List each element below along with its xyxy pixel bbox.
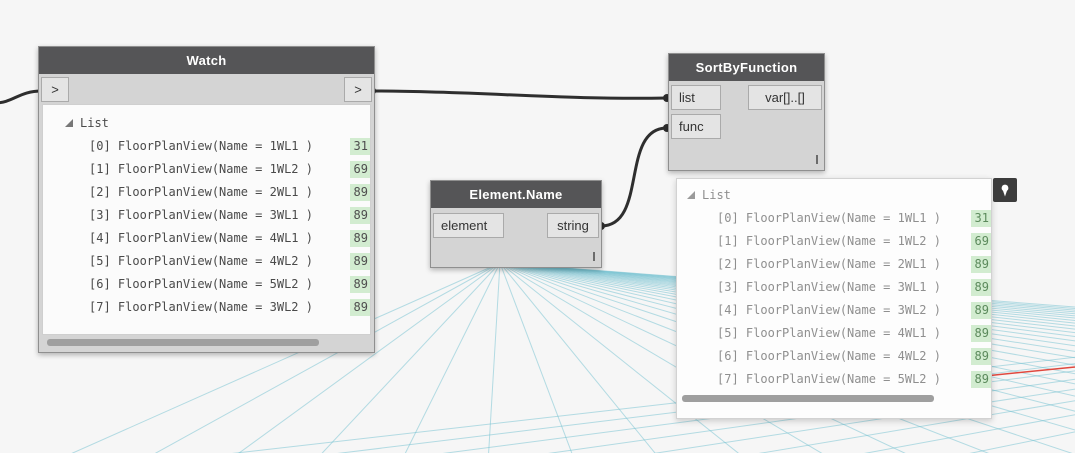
scrollbar-thumb[interactable] [682, 395, 934, 402]
dynamo-workspace[interactable]: Watch > > List [0] FloorPlanView(Name = … [0, 0, 1075, 453]
preview-list-row: [5] FloorPlanView(Name = 4WL1 ) 89 [677, 322, 991, 345]
row-label: [0] FloorPlanView(Name = 1WL1 ) [717, 211, 941, 225]
wire-watch-to-sort-list[interactable] [370, 89, 669, 100]
watch-list-row: [6] FloorPlanView(Name = 5WL2 ) 89 [43, 273, 370, 296]
row-label: [3] FloorPlanView(Name = 3WL1 ) [89, 208, 313, 222]
watch-list-row: [0] FloorPlanView(Name = 1WL1 ) 31 [43, 135, 370, 158]
sortbyfunction-body: list func var[]..[] [669, 81, 824, 169]
row-badge: 89 [970, 325, 991, 342]
watch-list-row: [4] FloorPlanView(Name = 4WL1 ) 89 [43, 227, 370, 250]
scrollbar-thumb[interactable] [47, 339, 319, 346]
row-badge: 89 [349, 299, 370, 316]
preview-pin-button[interactable] [993, 178, 1017, 202]
element-name-node[interactable]: Element.Name element string [430, 180, 602, 268]
element-name-node-header[interactable]: Element.Name [431, 181, 601, 208]
watch-list-row: [7] FloorPlanView(Name = 3WL2 ) 89 [43, 296, 370, 319]
watch-content: List [0] FloorPlanView(Name = 1WL1 ) 31 [… [42, 104, 371, 335]
row-badge: 69 [349, 161, 370, 178]
preview-list-row: [1] FloorPlanView(Name = 1WL2 ) 69 [677, 230, 991, 253]
row-badge: 89 [970, 256, 991, 273]
row-label: [5] FloorPlanView(Name = 4WL2 ) [89, 254, 313, 268]
expander-icon[interactable] [687, 191, 695, 199]
sortbyfunction-node[interactable]: SortByFunction list func var[]..[] [668, 53, 825, 171]
row-label: [7] FloorPlanView(Name = 3WL2 ) [89, 300, 313, 314]
row-badge: 89 [970, 348, 991, 365]
row-label: [1] FloorPlanView(Name = 1WL2 ) [717, 234, 941, 248]
row-label: [7] FloorPlanView(Name = 5WL2 ) [717, 372, 941, 386]
row-badge: 89 [349, 230, 370, 247]
port-var-output[interactable]: var[]..[] [748, 85, 822, 110]
watch-input-port[interactable]: > [41, 77, 69, 102]
port-func[interactable]: func [671, 114, 721, 139]
row-badge: 89 [349, 253, 370, 270]
preview-horizontal-scrollbar[interactable] [677, 391, 991, 407]
row-badge: 89 [970, 371, 991, 388]
row-label: [3] FloorPlanView(Name = 3WL1 ) [717, 280, 941, 294]
watch-horizontal-scrollbar[interactable] [39, 335, 374, 351]
row-label: [6] FloorPlanView(Name = 5WL2 ) [89, 277, 313, 291]
watch-output-port[interactable]: > [344, 77, 372, 102]
row-badge: 89 [349, 276, 370, 293]
preview-list-row: [2] FloorPlanView(Name = 2WL1 ) 89 [677, 253, 991, 276]
resize-handle[interactable] [816, 155, 818, 164]
row-badge: 89 [970, 302, 991, 319]
preview-list-row: [0] FloorPlanView(Name = 1WL1 ) 31 [677, 207, 991, 230]
row-label: [0] FloorPlanView(Name = 1WL1 ) [89, 139, 313, 153]
watch-list-row: [3] FloorPlanView(Name = 3WL1 ) 89 [43, 204, 370, 227]
row-label: [1] FloorPlanView(Name = 1WL2 ) [89, 162, 313, 176]
list-label: List [80, 116, 109, 130]
row-label: [2] FloorPlanView(Name = 2WL1 ) [717, 257, 941, 271]
watch-node[interactable]: Watch > > List [0] FloorPlanView(Name = … [38, 46, 375, 353]
element-name-body: element string [431, 208, 601, 266]
pin-icon [1001, 184, 1009, 197]
port-string[interactable]: string [547, 213, 599, 238]
axis-x-line [984, 366, 1075, 377]
grid-line [1020, 263, 1075, 453]
sortbyfunction-node-header[interactable]: SortByFunction [669, 54, 824, 81]
wire-elementname-to-sort-func[interactable] [599, 126, 669, 228]
watch-list-row: [5] FloorPlanView(Name = 4WL2 ) 89 [43, 250, 370, 273]
port-element[interactable]: element [433, 213, 504, 238]
preview-bubble[interactable]: List [0] FloorPlanView(Name = 1WL1 ) 31 [… [676, 178, 992, 419]
preview-list-row: [7] FloorPlanView(Name = 5WL2 ) 89 [677, 368, 991, 391]
preview-list-row: [6] FloorPlanView(Name = 4WL2 ) 89 [677, 345, 991, 368]
preview-list-header: List [677, 184, 991, 207]
list-label: List [702, 188, 731, 202]
watch-node-header[interactable]: Watch [39, 47, 374, 74]
row-label: [6] FloorPlanView(Name = 4WL2 ) [717, 349, 941, 363]
resize-handle[interactable] [593, 252, 595, 261]
watch-port-row: > > [39, 74, 374, 104]
preview-list-row: [4] FloorPlanView(Name = 3WL2 ) 89 [677, 299, 991, 322]
row-badge: 31 [349, 138, 370, 155]
row-badge: 31 [970, 210, 991, 227]
row-badge: 89 [349, 184, 370, 201]
watch-list-row: [2] FloorPlanView(Name = 2WL1 ) 89 [43, 181, 370, 204]
expander-icon[interactable] [65, 119, 73, 127]
row-badge: 69 [970, 233, 991, 250]
port-list[interactable]: list [671, 85, 721, 110]
row-label: [2] FloorPlanView(Name = 2WL1 ) [89, 185, 313, 199]
watch-list-header: List [43, 112, 370, 135]
row-label: [4] FloorPlanView(Name = 3WL2 ) [717, 303, 941, 317]
row-label: [4] FloorPlanView(Name = 4WL1 ) [89, 231, 313, 245]
wire-into-watch[interactable] [0, 89, 44, 105]
grid-line [488, 262, 501, 453]
row-badge: 89 [349, 207, 370, 224]
row-badge: 89 [970, 279, 991, 296]
row-label: [5] FloorPlanView(Name = 4WL1 ) [717, 326, 941, 340]
watch-list-row: [1] FloorPlanView(Name = 1WL2 ) 69 [43, 158, 370, 181]
preview-list-row: [3] FloorPlanView(Name = 3WL1 ) 89 [677, 276, 991, 299]
